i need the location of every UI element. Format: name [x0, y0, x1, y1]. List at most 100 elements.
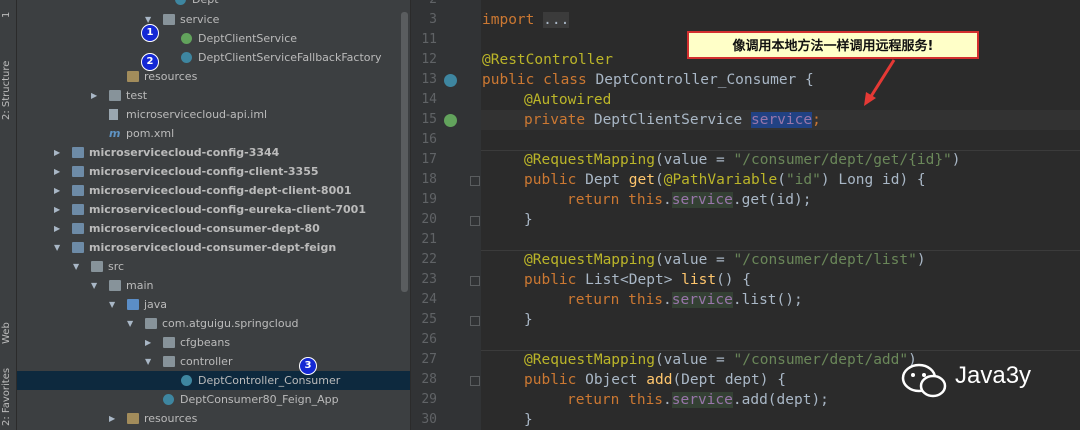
tree-item-label: DeptClientService: [198, 32, 298, 45]
tree-item[interactable]: ▶ microservicecloud-consumer-dept-80: [17, 219, 410, 238]
expand-arrow-icon[interactable]: ▼: [109, 295, 119, 314]
tree-item[interactable]: DeptClientService: [17, 29, 410, 48]
tree-item[interactable]: ▼ microservicecloud-consumer-dept-feign: [17, 238, 410, 257]
collapse-arrow-icon[interactable]: ▶: [54, 162, 64, 181]
wechat-logo-icon: [901, 363, 947, 398]
module-folder-icon: [72, 185, 84, 196]
line-number: 23: [421, 272, 437, 287]
tree-item[interactable]: resources: [17, 67, 410, 86]
line-number: 22: [421, 252, 437, 267]
tree-item-label: microservicecloud-config-3344: [89, 146, 280, 159]
line-number: 3: [429, 12, 437, 27]
collapse-arrow-icon[interactable]: ▶: [91, 86, 101, 105]
tree-item-label: microservicecloud-config-dept-client-800…: [89, 184, 352, 197]
spring-bean-gutter-icon[interactable]: [444, 74, 457, 87]
line-number: 15: [421, 112, 437, 127]
code-line-19: return this.service.get(id);: [567, 192, 812, 208]
autowired-gutter-icon[interactable]: [444, 114, 457, 127]
web-tool-tab[interactable]: Web: [1, 312, 15, 344]
resources-folder-icon: [127, 71, 139, 82]
maven-icon: m: [109, 127, 121, 140]
expand-arrow-icon[interactable]: ▼: [73, 257, 83, 276]
tree-item-label: controller: [180, 355, 233, 368]
project-tree: Dept▼serviceDeptClientServiceDeptClientS…: [17, 0, 410, 430]
tree-item[interactable]: m pom.xml: [17, 124, 410, 143]
code-line-29: return this.service.add(dept);: [567, 392, 829, 408]
callout-annotation: 像调用本地方法一样调用远程服务!: [687, 31, 979, 59]
folder-icon: [109, 280, 121, 291]
tree-item[interactable]: ▼ src: [17, 257, 410, 276]
tree-item[interactable]: ▶ microservicecloud-config-eureka-client-…: [17, 200, 410, 219]
tree-item-label: java: [144, 298, 168, 311]
code-line-12: @RestController: [482, 52, 613, 68]
module-folder-icon: [72, 166, 84, 177]
line-number: 14: [421, 92, 437, 107]
module-folder-icon: [72, 147, 84, 158]
module-folder-icon: [72, 223, 84, 234]
fold-marker-icon[interactable]: [470, 376, 480, 386]
tree-item[interactable]: ▶ resources: [17, 409, 410, 428]
structure-tool-tab[interactable]: 2: Structure: [1, 40, 15, 120]
line-number: 16: [421, 132, 437, 147]
tree-item[interactable]: ▶ microservicecloud-config-client-3355: [17, 162, 410, 181]
code-line-22: @RequestMapping(value = "/consumer/dept/…: [524, 252, 926, 268]
tree-item[interactable]: DeptConsumer80_Feign_App: [17, 390, 410, 409]
code-line-14: @Autowired: [524, 92, 612, 108]
code-line-17: @RequestMapping(value = "/consumer/dept/…: [524, 152, 961, 168]
code-line-30: }: [524, 412, 533, 428]
collapse-arrow-icon[interactable]: ▶: [54, 181, 64, 200]
tree-item-label: service: [180, 13, 220, 26]
resources-folder-icon: [127, 413, 139, 424]
project-tree-scrollbar[interactable]: [401, 12, 408, 292]
class-icon: [175, 0, 186, 5]
line-number: 24: [421, 292, 437, 307]
tree-item-label: microservicecloud-config-client-3355: [89, 165, 319, 178]
code-line-28: public Object add(Dept dept) {: [524, 372, 786, 388]
expand-arrow-icon[interactable]: ▼: [127, 314, 137, 333]
tree-item-label: DeptConsumer80_Feign_App: [180, 393, 339, 406]
tree-item[interactable]: microservicecloud-api.iml: [17, 105, 410, 124]
tree-item[interactable]: DeptController_Consumer: [17, 371, 410, 390]
fold-marker-icon[interactable]: [470, 176, 480, 186]
tree-item[interactable]: DeptClientServiceFallbackFactory: [17, 48, 410, 67]
tree-item[interactable]: ▼ service: [17, 10, 410, 29]
collapse-arrow-icon[interactable]: ▶: [54, 143, 64, 162]
tree-item-label: microservicecloud-consumer-dept-feign: [89, 241, 337, 254]
tree-item[interactable]: ▶ test: [17, 86, 410, 105]
package-icon: [163, 356, 175, 367]
tree-item[interactable]: ▼ java: [17, 295, 410, 314]
fold-marker-icon[interactable]: [470, 216, 480, 226]
project-tool-tab[interactable]: 1: [1, 2, 15, 18]
tree-item[interactable]: ▶ microservicecloud-config-dept-client-80…: [17, 181, 410, 200]
favorites-tool-tab[interactable]: 2: Favorites: [1, 366, 15, 426]
line-number: 26: [421, 332, 437, 347]
code-line-3: import ...: [482, 12, 570, 28]
tree-item[interactable]: ▶ cfgbeans: [17, 333, 410, 352]
tree-item-label: resources: [144, 412, 198, 425]
annotation-badge-2: 2: [141, 53, 159, 71]
fold-marker-icon[interactable]: [470, 276, 480, 286]
collapse-arrow-icon[interactable]: ▶: [54, 200, 64, 219]
line-number: 18: [421, 172, 437, 187]
class-icon: [181, 375, 192, 386]
collapse-arrow-icon[interactable]: ▶: [145, 333, 155, 352]
tree-item-label: DeptController_Consumer: [198, 374, 341, 387]
tree-item[interactable]: ▶ microservicecloud-config-3344: [17, 143, 410, 162]
tree-item[interactable]: ▼ controller: [17, 352, 410, 371]
tree-item[interactable]: Dept: [17, 0, 410, 9]
collapse-arrow-icon[interactable]: ▶: [109, 409, 119, 428]
line-number: 17: [421, 152, 437, 167]
line-number: 27: [421, 352, 437, 367]
tree-item-label: microservicecloud-api.iml: [126, 108, 268, 121]
tree-item[interactable]: ▼ com.atguigu.springcloud: [17, 314, 410, 333]
fold-marker-icon[interactable]: [470, 316, 480, 326]
expand-arrow-icon[interactable]: ▼: [54, 238, 64, 257]
line-number: 20: [421, 212, 437, 227]
code-line-13: public class DeptController_Consumer {: [482, 72, 814, 88]
expand-arrow-icon[interactable]: ▼: [145, 352, 155, 371]
expand-arrow-icon[interactable]: ▼: [91, 276, 101, 295]
collapse-arrow-icon[interactable]: ▶: [54, 219, 64, 238]
annotation-badge-1: 1: [141, 24, 159, 42]
code-line-15: private DeptClientService service;: [524, 112, 821, 128]
tree-item[interactable]: ▼ main: [17, 276, 410, 295]
